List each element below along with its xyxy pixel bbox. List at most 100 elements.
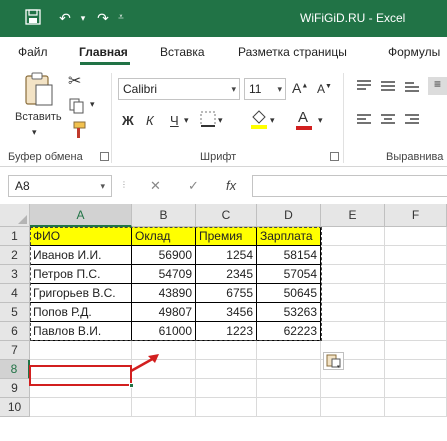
fill-color-icon[interactable]: [250, 109, 268, 132]
row-header-3[interactable]: 3: [0, 265, 30, 284]
row-header-2[interactable]: 2: [0, 246, 30, 265]
cell-empty[interactable]: [30, 398, 132, 417]
save-icon[interactable]: [24, 9, 42, 27]
cell-d1[interactable]: Зарплата: [257, 227, 321, 246]
cell-c3[interactable]: 2345: [196, 265, 257, 284]
cut-icon[interactable]: ✂: [68, 71, 81, 91]
row-header-10[interactable]: 10: [0, 398, 30, 417]
cell-b1[interactable]: Оклад: [132, 227, 196, 246]
more-icon[interactable]: ⋮: [120, 180, 128, 189]
cell-b4[interactable]: 43890: [132, 284, 196, 303]
align-right-icon[interactable]: [404, 113, 420, 130]
borders-dropdown-icon[interactable]: ▾: [218, 115, 223, 126]
cell-empty[interactable]: [385, 322, 447, 341]
cell-b5[interactable]: 49807: [132, 303, 196, 322]
cell-b2[interactable]: 56900: [132, 246, 196, 265]
undo-dropdown-icon[interactable]: ▾: [74, 9, 92, 27]
cell-empty[interactable]: [385, 379, 447, 398]
cell-empty[interactable]: [132, 398, 196, 417]
cell-c1[interactable]: Премия: [196, 227, 257, 246]
cell-empty[interactable]: [30, 341, 132, 360]
cell-empty[interactable]: [257, 360, 321, 379]
tab-page-layout[interactable]: Разметка страницы: [238, 45, 347, 59]
align-center-icon[interactable]: [380, 113, 396, 130]
font-color-icon[interactable]: A: [298, 109, 308, 126]
select-all-button[interactable]: [0, 204, 30, 227]
cell-empty[interactable]: [196, 398, 257, 417]
cancel-icon[interactable]: ✕: [150, 178, 161, 194]
cell-a1[interactable]: ФИО: [30, 227, 132, 246]
cell-d4[interactable]: 50645: [257, 284, 321, 303]
cell-d3[interactable]: 57054: [257, 265, 321, 284]
cell-empty[interactable]: [257, 398, 321, 417]
customize-qat-icon[interactable]: ⩡: [112, 9, 130, 27]
copy-icon[interactable]: [68, 97, 86, 118]
cell-c5[interactable]: 3456: [196, 303, 257, 322]
cell-c4[interactable]: 6755: [196, 284, 257, 303]
cell-empty[interactable]: [257, 379, 321, 398]
underline-button[interactable]: Ч: [170, 113, 179, 128]
column-header-e[interactable]: E: [321, 204, 385, 227]
paste-options-button[interactable]: ▾: [323, 352, 344, 370]
cell-empty[interactable]: [321, 284, 385, 303]
clipboard-launcher-icon[interactable]: [100, 152, 109, 161]
paste-icon[interactable]: [22, 71, 56, 109]
align-left-icon[interactable]: [356, 113, 372, 130]
tab-home[interactable]: Главная: [79, 45, 128, 59]
cell-empty[interactable]: [321, 227, 385, 246]
cell-a6[interactable]: Павлов В.И.: [30, 322, 132, 341]
cell-c2[interactable]: 1254: [196, 246, 257, 265]
cell-b6[interactable]: 61000: [132, 322, 196, 341]
cell-a3[interactable]: Петров П.С.: [30, 265, 132, 284]
undo-icon[interactable]: ↶: [56, 9, 74, 27]
cell-empty[interactable]: [321, 303, 385, 322]
cell-d2[interactable]: 58154: [257, 246, 321, 265]
fill-handle[interactable]: [129, 383, 134, 388]
row-header-5[interactable]: 5: [0, 303, 30, 322]
cell-empty[interactable]: [385, 341, 447, 360]
paste-button[interactable]: Вставить: [15, 111, 62, 123]
cell-empty[interactable]: [321, 265, 385, 284]
tab-formulas[interactable]: Формулы: [388, 45, 440, 59]
name-box[interactable]: A8 ▾: [8, 175, 112, 197]
enter-icon[interactable]: ✓: [188, 178, 199, 194]
cell-empty[interactable]: [385, 227, 447, 246]
font-color-dropdown-icon[interactable]: ▾: [318, 115, 323, 126]
align-top-icon[interactable]: [356, 79, 372, 96]
cell-empty[interactable]: [385, 265, 447, 284]
paste-dropdown-icon[interactable]: ▾: [32, 127, 37, 138]
row-header-7[interactable]: 7: [0, 341, 30, 360]
row-header-8[interactable]: 8: [0, 360, 30, 379]
redo-icon[interactable]: ↷: [94, 9, 112, 27]
cell-empty[interactable]: [385, 360, 447, 379]
italic-button[interactable]: К: [146, 113, 154, 128]
cell-empty[interactable]: [321, 379, 385, 398]
wrap-text-icon[interactable]: ≡: [428, 77, 447, 95]
column-header-d[interactable]: D: [257, 204, 321, 227]
active-cell-a8[interactable]: [29, 365, 134, 388]
cell-empty[interactable]: [132, 379, 196, 398]
cell-c6[interactable]: 1223: [196, 322, 257, 341]
cell-empty[interactable]: [385, 246, 447, 265]
borders-icon[interactable]: [200, 111, 216, 130]
cell-empty[interactable]: [196, 379, 257, 398]
align-middle-icon[interactable]: [380, 79, 396, 96]
cell-a2[interactable]: Иванов И.И.: [30, 246, 132, 265]
row-header-1[interactable]: 1: [0, 227, 30, 246]
font-size-select[interactable]: 11 ▾: [244, 78, 286, 100]
cell-d5[interactable]: 53263: [257, 303, 321, 322]
row-header-4[interactable]: 4: [0, 284, 30, 303]
cell-a5[interactable]: Попов Р.Д.: [30, 303, 132, 322]
tab-file[interactable]: Файл: [18, 45, 48, 59]
column-header-c[interactable]: C: [196, 204, 257, 227]
cell-empty[interactable]: [321, 246, 385, 265]
cell-empty[interactable]: [321, 398, 385, 417]
cell-empty[interactable]: [385, 398, 447, 417]
copy-dropdown-icon[interactable]: ▾: [90, 99, 95, 110]
cell-empty[interactable]: [257, 341, 321, 360]
align-bottom-icon[interactable]: [404, 79, 420, 96]
underline-dropdown-icon[interactable]: ▾: [184, 115, 189, 126]
decrease-font-icon[interactable]: A▼: [317, 82, 332, 96]
column-header-a[interactable]: A: [30, 204, 132, 227]
row-header-6[interactable]: 6: [0, 322, 30, 341]
